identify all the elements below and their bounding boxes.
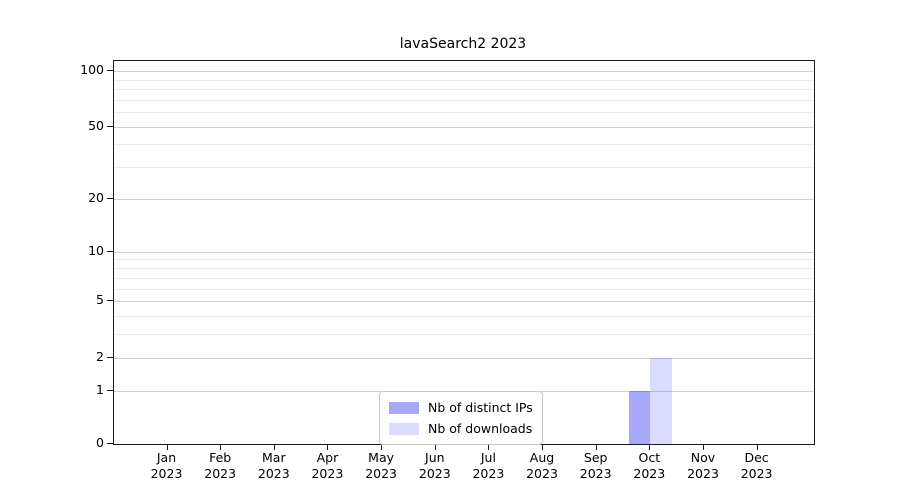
gridline-minor-70	[114, 99, 814, 101]
gridline-major-20	[114, 199, 814, 200]
bar-nb-of-downloads-oct	[650, 357, 672, 444]
chart-figure: lavaSearch2 2023 Nb of distinct IPs Nb o…	[0, 0, 900, 500]
gridline-minor-8	[114, 268, 814, 269]
x-tick-label-dec: Dec 2023	[740, 450, 773, 481]
x-tick-label-mar: Mar 2023	[257, 450, 290, 481]
legend: Nb of distinct IPs Nb of downloads	[379, 391, 543, 445]
gridline-minor-6	[114, 288, 814, 290]
gridline-major-100	[114, 71, 814, 72]
y-tick-label-1: 1	[96, 381, 104, 397]
gridline-minor-7	[114, 277, 814, 279]
gridline-minor-30	[114, 167, 814, 169]
gridline-minor-60	[114, 112, 814, 114]
x-tick-label-nov: Nov 2023	[687, 450, 719, 481]
legend-swatch-downloads	[389, 422, 419, 435]
gridline-minor-80	[114, 89, 814, 90]
x-tick-label-oct: Oct 2023	[633, 450, 666, 481]
y-tick-label-10: 10	[88, 242, 104, 258]
gridline-major-10	[114, 251, 814, 253]
gridline-major-50	[114, 126, 814, 128]
x-tick-label-jan: Jan 2023	[150, 450, 183, 481]
legend-swatch-distinct-ips	[389, 401, 419, 414]
y-tick-label-100: 100	[80, 62, 104, 77]
gridline-minor-90	[114, 79, 814, 81]
y-tick-2	[107, 356, 113, 358]
y-tick-100	[107, 70, 113, 71]
y-tick-label-20: 20	[88, 190, 104, 205]
legend-label-distinct-ips: Nb of distinct IPs	[428, 400, 533, 415]
legend-item-downloads: Nb of downloads	[389, 420, 532, 437]
y-tick-label-0: 0	[96, 435, 104, 450]
x-tick-label-jun: Jun 2023	[418, 450, 451, 481]
x-tick-label-jul: Jul 2023	[472, 450, 505, 481]
y-tick-10	[107, 250, 113, 252]
plot-area: Nb of distinct IPs Nb of downloads	[113, 60, 815, 445]
y-tick-label-5: 5	[96, 292, 104, 307]
y-tick-0	[107, 443, 113, 444]
y-tick-50	[107, 125, 113, 127]
y-tick-label-50: 50	[88, 117, 104, 133]
gridline-minor-9	[114, 259, 814, 261]
x-tick-label-feb: Feb 2023	[204, 450, 237, 481]
legend-item-distinct-ips: Nb of distinct IPs	[389, 399, 533, 416]
gridline-minor-4	[114, 315, 814, 317]
y-tick-5	[107, 300, 113, 301]
y-tick-1	[107, 389, 113, 391]
y-tick-20	[107, 198, 113, 199]
gridline-major-5	[114, 301, 814, 302]
chart-title: lavaSearch2 2023	[399, 36, 527, 52]
y-tick-label-2: 2	[96, 348, 104, 364]
legend-label-downloads: Nb of downloads	[428, 421, 533, 436]
x-tick-label-may: May 2023	[365, 450, 397, 481]
bar-nb-of-distinct-ips-oct	[628, 390, 651, 444]
x-tick-label-apr: Apr 2023	[311, 450, 344, 481]
gridline-minor-3	[114, 334, 814, 336]
x-tick-label-sep: Sep 2023	[579, 450, 612, 481]
gridline-minor-40	[114, 144, 814, 146]
gridline-major-2	[114, 357, 814, 359]
x-tick-label-aug: Aug 2023	[526, 450, 558, 481]
